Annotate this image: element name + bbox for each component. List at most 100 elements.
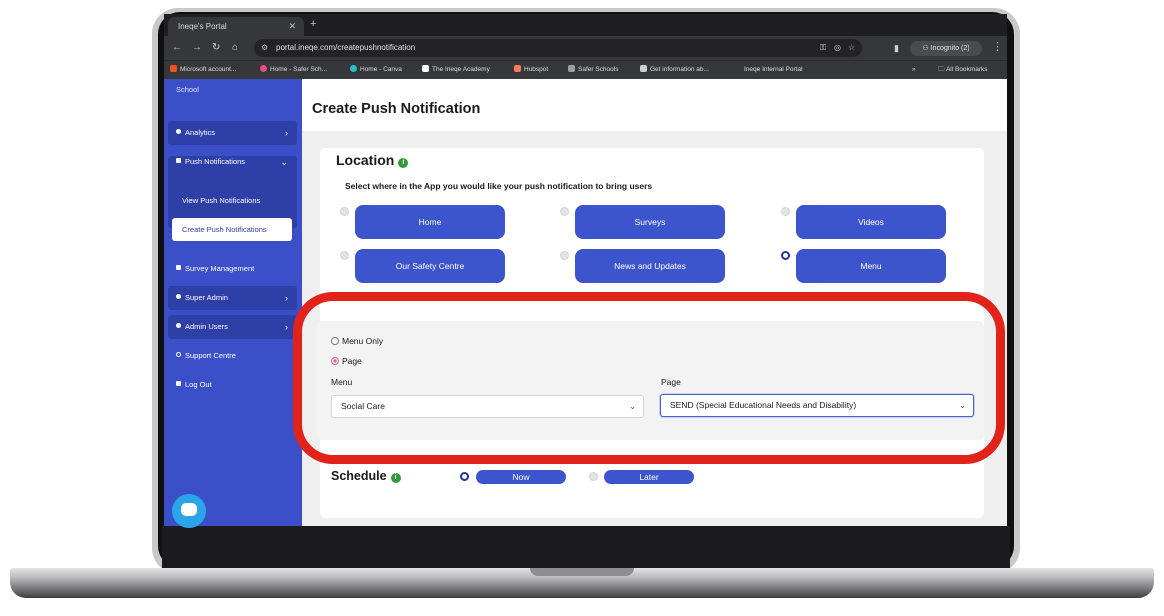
bookmark-label: Home - Canva [360,66,402,73]
support-icon [176,352,181,357]
back-icon[interactable]: ← [172,41,182,55]
location-radio-surveys[interactable] [560,207,569,216]
hubspot-icon [514,65,521,72]
chevron-down-icon: ⌄ [280,157,288,167]
microsoft-logo-icon [170,65,177,72]
laptop-base-notch [530,568,634,576]
close-tab-icon[interactable]: ✕ [288,17,296,36]
sidebar-item-log-out[interactable]: Log Out [168,373,297,397]
info-icon[interactable]: i [398,158,409,168]
sidebar-item-label: Analytics [185,128,216,137]
browser-toolbar: ← → ↻ ⌂ ⚙ portal.ineqe.com/createpushnot… [164,36,1007,60]
location-radio-our-safety-centre[interactable] [340,251,349,260]
side-panel-icon[interactable]: ▮ [894,41,899,55]
schedule-now-button[interactable]: Now [476,470,566,484]
browser-tab[interactable]: Ineqe's Portal ✕ [168,17,304,36]
password-key-icon[interactable]: ⚿ [820,39,826,57]
chat-widget-button[interactable] [172,494,206,528]
more-bookmarks-icon[interactable]: » [912,61,916,79]
ineqe-academy-icon [422,65,429,72]
address-bar-url: portal.ineqe.com/createpushnotification [276,43,416,52]
location-radio-news-and-updates[interactable] [560,251,569,260]
location-radio-videos[interactable] [781,207,790,216]
location-option-news-and-updates[interactable]: News and Updates [575,249,725,283]
bookmark-item[interactable]: The Ineqe Academy [422,61,490,79]
schedule-radio-now[interactable] [460,472,469,481]
chevron-right-icon: › [285,293,288,303]
browser-menu-icon[interactable]: ⋮ [992,40,1003,53]
canva-icon [350,65,357,72]
page-title: Create Push Notification [312,101,481,117]
sidebar: School Analytics › Push Notifications ⌄ … [164,79,302,526]
incognito-badge[interactable]: ⚇ Incognito (2) [910,41,982,56]
tracking-protection-icon[interactable]: ◎ [834,39,841,57]
location-subtitle: Select where in the App you would like y… [345,181,653,191]
schedule-later-button[interactable]: Later [604,470,694,484]
info-icon[interactable]: i [390,473,401,483]
bookmark-item[interactable]: Hubspot [514,61,548,79]
bookmark-item[interactable]: Home - Safer Sch... [260,61,327,79]
bookmark-label: Ineqe Internal Portal [744,66,803,73]
page-header: Create Push Notification [302,79,1007,131]
gov-info-icon [640,65,647,72]
bookmark-star-icon[interactable]: ☆ [848,39,855,57]
chevron-right-icon: › [285,128,288,138]
bookmark-item[interactable]: Get information ab... [640,61,709,79]
all-bookmarks[interactable]: 🗀 All Bookmarks [938,61,988,79]
location-option-menu[interactable]: Menu [796,249,946,283]
bookmark-label: Microsoft account... [180,66,237,73]
safer-schools-icon [260,65,267,72]
location-heading: Location i [336,152,409,168]
log-out-icon [176,381,181,386]
bookmark-item[interactable]: Ineqe Internal Portal [744,61,803,79]
sidebar-item-survey-management[interactable]: Survey Management [168,257,297,281]
sidebar-item-admin-users[interactable]: Admin Users › [168,315,297,339]
location-option-our-safety-centre[interactable]: Our Safety Centre [355,249,505,283]
bookmark-label: Home - Safer Sch... [270,66,328,73]
location-radio-home[interactable] [340,207,349,216]
incognito-icon: ⚇ [922,45,931,52]
sidebar-item-super-admin[interactable]: Super Admin › [168,286,297,310]
safer-schools-bookmark-icon [568,65,575,72]
bookmark-label: The Ineqe Academy [432,66,490,73]
location-radio-menu[interactable] [781,251,790,260]
stage: Ineqe's Portal ✕ + ← → ↻ ⌂ ⚙ portal.ineq… [0,0,1164,616]
sidebar-item-support-centre[interactable]: Support Centre [168,344,297,368]
folder-icon: 🗀 [938,66,946,73]
all-bookmarks-label: All Bookmarks [945,66,988,73]
bookmark-item[interactable]: Safer Schools [568,61,618,79]
chevron-right-icon: › [285,322,288,332]
new-tab-icon[interactable]: + [310,18,316,30]
sidebar-item-label: Survey Management [185,264,255,273]
reload-icon[interactable]: ↻ [212,41,220,55]
user-icon [176,323,181,328]
bookmarks-bar: Microsoft account... Home - Safer Sch...… [164,60,1007,79]
home-icon[interactable]: ⌂ [232,41,238,55]
schedule-heading-text: Schedule [331,469,387,483]
survey-icon [176,265,181,270]
sidebar-item-label: Log Out [185,380,212,389]
bookmark-item[interactable]: Home - Canva [350,61,402,79]
sidebar-item-analytics[interactable]: Analytics › [168,121,297,145]
sidebar-item-label: Super Admin [185,293,228,302]
location-option-videos[interactable]: Videos [796,205,946,239]
analytics-icon [176,129,181,134]
sidebar-item-label: Push Notifications [185,157,246,166]
location-option-surveys[interactable]: Surveys [575,205,725,239]
sidebar-item-label: Admin Users [185,322,228,331]
laptop-keyboard-deck [162,526,1010,570]
sidebar-item-push-notifications[interactable]: Push Notifications ⌄ [168,150,297,174]
browser-tab-bar: Ineqe's Portal ✕ + [164,14,1007,36]
location-option-home[interactable]: Home [355,205,505,239]
sidebar-item-view-push-notifications[interactable]: View Push Notifications [182,196,260,205]
highlight-annotation [293,292,1005,464]
tab-title: Ineqe's Portal [178,22,227,31]
schedule-radio-later[interactable] [589,472,598,481]
sidebar-item-create-push-notifications[interactable]: Create Push Notifications [172,218,292,241]
bookmark-item[interactable]: Microsoft account... [170,61,236,79]
address-bar[interactable]: ⚙ portal.ineqe.com/createpushnotificatio… [254,39,862,57]
push-notification-icon [176,158,181,163]
forward-icon[interactable]: → [192,41,202,55]
bookmark-label: Get information ab... [650,66,709,73]
site-info-icon[interactable]: ⚙ [261,39,268,57]
